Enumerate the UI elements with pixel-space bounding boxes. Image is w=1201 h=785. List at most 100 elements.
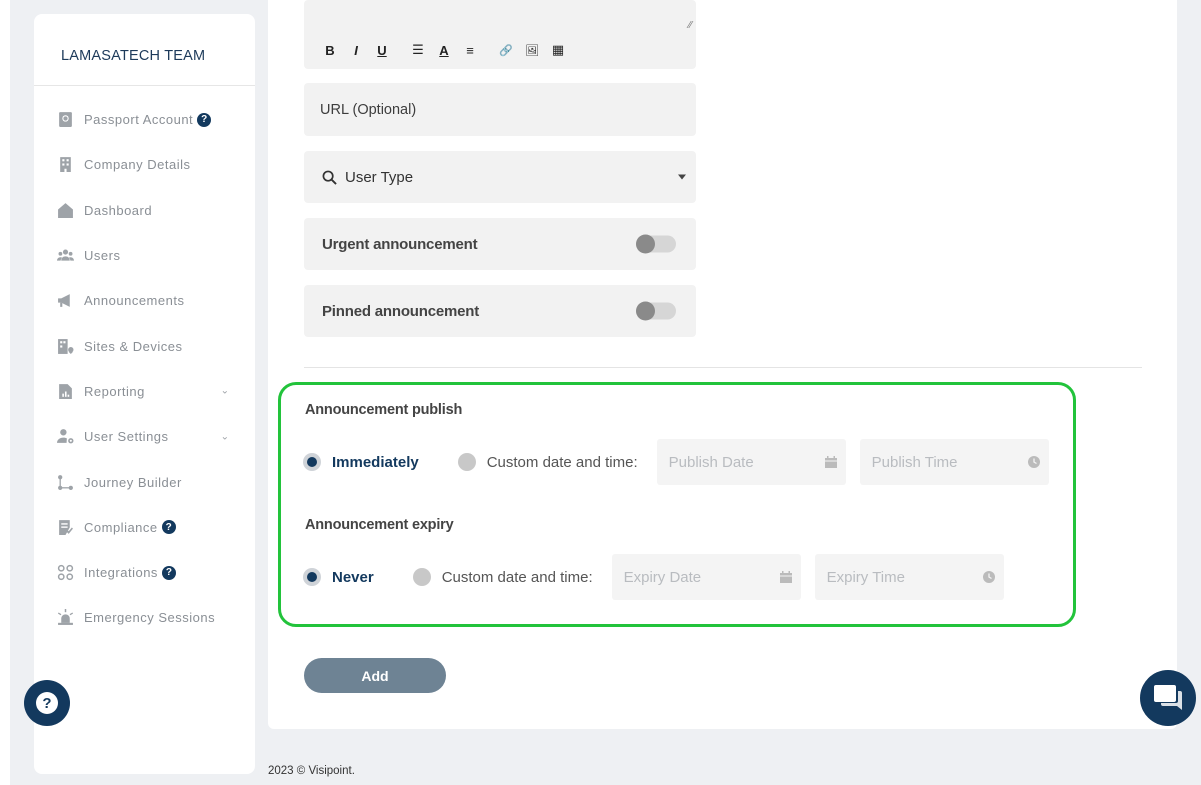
user-type-select[interactable]: User Type (304, 151, 696, 203)
text-color-button[interactable]: A (434, 43, 454, 58)
sidebar-nav: Passport Account ? Company Details Dashb… (34, 97, 255, 641)
expiry-date-input[interactable]: Expiry Date (611, 554, 801, 600)
user-settings-icon (56, 428, 74, 446)
underline-button[interactable]: U (372, 43, 392, 58)
publish-date-input[interactable]: Publish Date (656, 439, 846, 485)
clock-icon (982, 571, 995, 583)
expiry-section-title: Announcement expiry (305, 517, 454, 533)
report-icon (56, 382, 74, 400)
sidebar-item-label: Integrations (84, 565, 158, 581)
left-edge (0, 0, 10, 785)
divider (304, 367, 1142, 368)
pinned-announcement-toggle[interactable] (636, 301, 676, 321)
sidebar-item-reporting[interactable]: Reporting ⌄ (34, 369, 255, 414)
expiry-never-radio[interactable] (303, 568, 321, 586)
rich-text-editor[interactable]: ⁄⁄ B I U ☰ A ≡ 🔗 🖼 ▦ (304, 0, 696, 69)
expiry-custom-label[interactable]: Custom date and time: (442, 569, 593, 586)
sidebar-item-label: Announcements (84, 293, 185, 309)
help-icon: ? (36, 692, 58, 714)
journey-icon (56, 473, 74, 491)
sidebar-item-emergency-sessions[interactable]: Emergency Sessions (34, 595, 255, 640)
help-icon[interactable]: ? (197, 112, 212, 127)
sidebar-item-sites-devices[interactable]: Sites & Devices (34, 323, 255, 368)
help-icon[interactable]: ? (161, 565, 176, 580)
expiry-never-label[interactable]: Never (332, 569, 374, 586)
help-fab-button[interactable]: ? (24, 680, 70, 726)
calendar-icon (824, 456, 837, 468)
sidebar-item-label: Emergency Sessions (84, 610, 216, 626)
link-button[interactable]: 🔗 (496, 44, 516, 57)
sidebar-item-label: User Settings (84, 429, 169, 445)
pinned-announcement-row: Pinned announcement (304, 285, 696, 337)
team-name: LAMASATECH TEAM (61, 48, 206, 64)
add-button[interactable]: Add (304, 658, 446, 693)
sidebar-item-label: Dashboard (84, 202, 153, 218)
publish-options: Immediately Custom date and time: Publis… (303, 439, 1049, 485)
sidebar-item-label: Company Details (84, 157, 191, 173)
chevron-down-icon: ⌄ (220, 385, 229, 397)
compliance-icon (56, 518, 74, 536)
expiry-custom-radio[interactable] (412, 568, 431, 586)
publish-immediately-label[interactable]: Immediately (332, 454, 419, 471)
video-button[interactable]: ▦ (548, 42, 568, 58)
italic-button[interactable]: I (346, 43, 366, 58)
sidebar-item-users[interactable]: Users (34, 233, 255, 278)
chat-icon (1154, 685, 1182, 710)
align-button[interactable]: ≡ (460, 43, 480, 58)
alarm-icon (56, 609, 74, 627)
schedule-highlight-box: Announcement publish Immediately Custom … (278, 382, 1076, 627)
sidebar-item-passport-account[interactable]: Passport Account ? (34, 97, 255, 142)
sidebar-item-label: Reporting (84, 383, 145, 399)
publish-date-placeholder: Publish Date (668, 453, 754, 471)
clock-icon (1027, 456, 1040, 468)
building-icon (56, 156, 74, 174)
publish-time-input[interactable]: Publish Time (859, 439, 1049, 485)
bold-button[interactable]: B (320, 43, 340, 58)
caret-down-icon (678, 174, 686, 180)
main-panel: ⁄⁄ B I U ☰ A ≡ 🔗 🖼 ▦ URL (Optional) User… (268, 0, 1177, 729)
sidebar: LAMASATECH TEAM Passport Account ? Compa… (34, 14, 255, 774)
urgent-announcement-label: Urgent announcement (322, 235, 478, 253)
expiry-time-input[interactable]: Expiry Time (814, 554, 1004, 600)
sidebar-item-label: Users (84, 248, 121, 264)
search-icon (322, 170, 337, 185)
sidebar-item-compliance[interactable]: Compliance ? (34, 505, 255, 550)
footer-copyright: 2023 © Visipoint. (268, 765, 355, 777)
sidebar-item-label: Journey Builder (84, 474, 182, 490)
image-button[interactable]: 🖼 (522, 44, 542, 57)
calendar-icon (779, 571, 792, 583)
sidebar-item-user-settings[interactable]: User Settings ⌄ (34, 414, 255, 459)
help-icon[interactable]: ? (161, 520, 176, 535)
sidebar-item-journey-builder[interactable]: Journey Builder (34, 459, 255, 504)
integrations-icon (56, 564, 74, 582)
url-placeholder: URL (Optional) (320, 101, 417, 118)
resize-handle-icon[interactable]: ⁄⁄ (689, 20, 692, 31)
sidebar-item-label: Compliance (84, 519, 158, 535)
pinned-announcement-label: Pinned announcement (322, 302, 480, 320)
publish-immediately-radio[interactable] (303, 453, 321, 471)
urgent-announcement-row: Urgent announcement (304, 218, 696, 270)
divider (34, 85, 255, 86)
sidebar-item-label: Passport Account (84, 112, 194, 128)
passport-icon (56, 111, 74, 129)
editor-toolbar: B I U ☰ A ≡ 🔗 🖼 ▦ (320, 42, 574, 58)
sidebar-item-company-details[interactable]: Company Details (34, 142, 255, 187)
chat-button[interactable] (1140, 670, 1196, 726)
expiry-date-placeholder: Expiry Date (623, 568, 702, 586)
site-devices-icon (56, 337, 74, 355)
sidebar-item-integrations[interactable]: Integrations ? (34, 550, 255, 595)
publish-section-title: Announcement publish (305, 402, 463, 418)
publish-custom-label[interactable]: Custom date and time: (487, 454, 638, 471)
home-icon (56, 201, 74, 219)
sidebar-item-dashboard[interactable]: Dashboard (34, 188, 255, 233)
sidebar-item-announcements[interactable]: Announcements (34, 278, 255, 323)
publish-custom-radio[interactable] (457, 453, 476, 471)
url-input[interactable]: URL (Optional) (304, 83, 696, 136)
users-icon (56, 247, 74, 265)
publish-time-placeholder: Publish Time (871, 453, 958, 471)
list-button[interactable]: ☰ (408, 42, 428, 58)
urgent-announcement-toggle[interactable] (636, 234, 676, 254)
sidebar-item-label: Sites & Devices (84, 338, 183, 354)
expiry-options: Never Custom date and time: Expiry Date … (303, 554, 1004, 600)
expiry-time-placeholder: Expiry Time (826, 568, 905, 586)
